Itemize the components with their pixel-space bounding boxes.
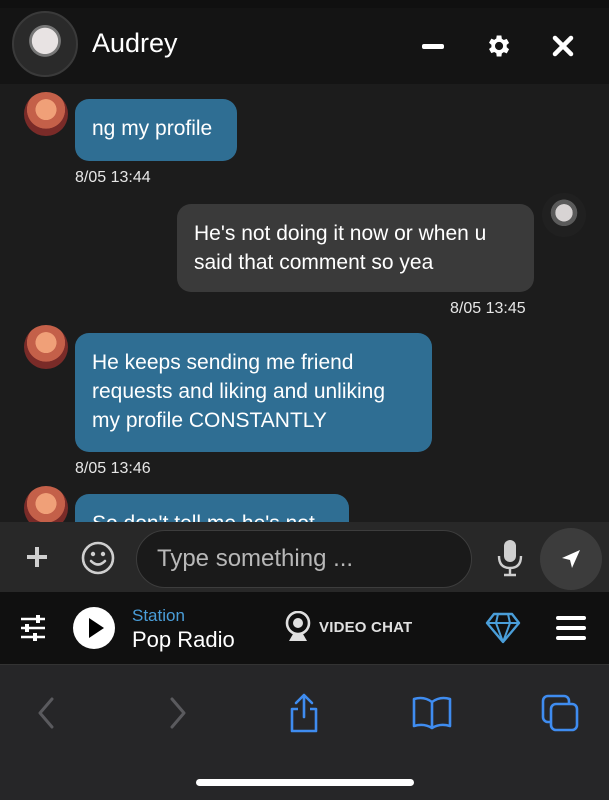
equalizer-button[interactable]: [17, 612, 49, 644]
tabs-icon: [541, 694, 579, 732]
menu-icon: [556, 616, 586, 640]
equalizer-icon: [21, 615, 45, 641]
station-label: Station: [132, 606, 185, 625]
close-icon: [552, 35, 574, 57]
play-icon: [89, 618, 104, 638]
browser-toolbar: [0, 664, 609, 800]
vip-button[interactable]: [484, 611, 522, 645]
send-icon: [562, 550, 580, 568]
forward-icon: [170, 697, 186, 729]
message-timestamp: 8/05 13:46: [75, 460, 151, 477]
message-bubble-incoming[interactable]: He keeps sending me friend requests and …: [75, 333, 432, 452]
tabs-button[interactable]: [536, 689, 584, 737]
menu-button[interactable]: [554, 612, 588, 644]
message-timestamp: 8/05 13:44: [75, 169, 151, 186]
minimize-button[interactable]: [411, 24, 455, 68]
bookmarks-icon: [412, 696, 452, 730]
status-bar-remnant: [0, 0, 609, 8]
video-chat-label: VIDEO CHAT: [319, 618, 413, 636]
home-indicator: [196, 779, 414, 786]
send-button[interactable]: [540, 528, 602, 590]
back-button[interactable]: [22, 689, 70, 737]
my-avatar[interactable]: [542, 193, 586, 237]
minimize-icon: [422, 43, 444, 49]
chat-header: Audrey: [0, 8, 609, 84]
microphone-icon: [497, 540, 523, 577]
message-bubble-outgoing[interactable]: He's not doing it now or when u said tha…: [177, 204, 534, 292]
sender-avatar[interactable]: [24, 325, 68, 369]
composer-bar: [0, 522, 609, 592]
share-button[interactable]: [280, 689, 328, 737]
close-button[interactable]: [541, 24, 585, 68]
back-icon: [38, 697, 54, 729]
sender-avatar[interactable]: [24, 92, 68, 136]
message-bubble-incoming[interactable]: ng my profile: [75, 99, 237, 161]
attach-button[interactable]: [20, 540, 54, 574]
message-bubble-incoming[interactable]: So don't tell me he's not: [75, 494, 349, 522]
diamond-icon: [485, 612, 521, 644]
radio-player-bar: Station Pop Radio VIDEO CHAT: [0, 592, 609, 664]
contact-name: Audrey: [92, 28, 178, 58]
share-icon: [290, 693, 318, 733]
video-chat-button[interactable]: VIDEO CHAT: [285, 609, 412, 645]
webcam-icon: [285, 611, 311, 641]
plus-icon: [27, 547, 47, 567]
voice-button[interactable]: [494, 538, 526, 578]
settings-button[interactable]: [476, 24, 520, 68]
station-name[interactable]: Pop Radio: [132, 627, 235, 653]
emoji-button[interactable]: [80, 540, 116, 576]
contact-avatar[interactable]: [12, 11, 78, 77]
forward-button[interactable]: [154, 689, 202, 737]
emoji-icon: [81, 541, 115, 575]
play-button[interactable]: [73, 607, 115, 649]
message-list[interactable]: ng my profile 8/05 13:44 He's not doing …: [0, 84, 609, 522]
gear-icon: [489, 35, 510, 57]
sender-avatar[interactable]: [24, 486, 68, 522]
message-timestamp: 8/05 13:45: [450, 300, 526, 317]
message-input[interactable]: [136, 530, 472, 588]
bookmarks-button[interactable]: [408, 689, 456, 737]
